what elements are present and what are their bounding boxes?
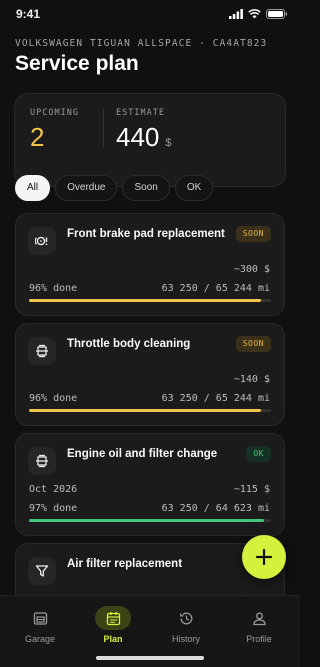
status-bar: 9:41 <box>0 0 300 28</box>
progress-label: 96% done <box>29 393 78 404</box>
profile-icon <box>252 612 266 625</box>
filter-icon <box>35 565 49 577</box>
service-card-brake-pads[interactable]: Front brake pad replacement SOON ~300 $ … <box>15 213 285 316</box>
service-cost: ~115 $ <box>233 484 270 495</box>
status-badge: OK <box>246 446 271 462</box>
battery-icon <box>266 9 288 19</box>
plus-icon <box>255 548 273 566</box>
service-title: Front brake pad replacement <box>67 228 225 240</box>
progress-track <box>29 299 271 302</box>
brake-icon <box>35 236 48 246</box>
tab-garage[interactable]: Garage <box>10 606 70 644</box>
estimate-label: ESTIMATE <box>116 108 165 118</box>
progress-track <box>29 519 271 522</box>
progress-fill <box>29 519 264 522</box>
service-icon-box <box>28 227 56 255</box>
filter-ok[interactable]: OK <box>174 175 214 201</box>
wifi-icon <box>248 9 261 19</box>
upcoming-label: UPCOMING <box>30 108 79 118</box>
service-icon-box <box>28 557 56 585</box>
vehicle-subtitle: VOLKSWAGEN TIGUAN ALLSPACE · CA4AT823 <box>15 38 268 49</box>
service-card-engine-oil[interactable]: Engine oil and filter change OK Oct 2026… <box>15 433 285 536</box>
service-cost: ~300 $ <box>233 264 270 275</box>
service-title: Air filter replacement <box>67 558 183 570</box>
tab-history[interactable]: History <box>156 606 216 644</box>
status-icons <box>229 9 288 19</box>
tab-label: Garage <box>24 634 56 644</box>
service-cost: ~140 $ <box>233 374 270 385</box>
page-title: Service plan <box>15 52 139 75</box>
add-service-button[interactable] <box>242 535 286 579</box>
engine-icon <box>36 344 48 358</box>
filter-soon[interactable]: Soon <box>122 175 170 201</box>
estimate-currency: $ <box>165 137 172 149</box>
progress-label: 97% done <box>29 503 78 514</box>
status-time: 9:41 <box>16 7 41 21</box>
signal-icon <box>229 9 243 19</box>
progress-fill <box>29 299 262 302</box>
mileage-readout: 63 250 / 65 244 mi <box>161 393 270 404</box>
history-icon <box>179 612 192 624</box>
tab-plan[interactable]: Plan <box>83 606 143 644</box>
calendar-icon <box>106 611 120 625</box>
tab-label: Profile <box>246 634 272 644</box>
service-card-throttle-body[interactable]: Throttle body cleaning SOON ~140 $ 96% d… <box>15 323 285 426</box>
tab-label: History <box>171 634 200 644</box>
estimate-summary: ESTIMATE 440 $ <box>103 108 172 153</box>
progress-label: 96% done <box>29 283 78 294</box>
progress-fill <box>29 409 262 412</box>
upcoming-summary: UPCOMING 2 <box>30 108 79 153</box>
service-icon-box <box>28 337 56 365</box>
filter-overdue[interactable]: Overdue <box>55 175 118 201</box>
service-due-date: Oct 2026 <box>29 484 78 495</box>
filter-all[interactable]: All <box>15 175 51 201</box>
service-icon-box <box>28 447 56 475</box>
filter-chips: All Overdue Soon OK <box>15 175 214 201</box>
tab-profile[interactable]: Profile <box>229 606 289 644</box>
estimate-amount: 440 $ <box>116 122 172 153</box>
progress-track <box>29 409 271 412</box>
service-title: Engine oil and filter change <box>67 448 218 460</box>
mileage-readout: 63 250 / 65 244 mi <box>161 283 270 294</box>
status-badge: SOON <box>235 336 271 352</box>
status-badge: SOON <box>235 226 271 242</box>
service-title: Throttle body cleaning <box>67 338 191 350</box>
upcoming-count: 2 <box>30 122 45 152</box>
engine-icon <box>36 454 48 468</box>
mileage-readout: 63 250 / 64 623 mi <box>161 503 270 514</box>
estimate-value: 440 <box>116 122 160 152</box>
summary-card: UPCOMING 2 ESTIMATE 440 $ <box>14 93 286 187</box>
tab-label: Plan <box>103 634 123 644</box>
home-indicator <box>96 656 204 660</box>
garage-icon <box>33 611 47 625</box>
